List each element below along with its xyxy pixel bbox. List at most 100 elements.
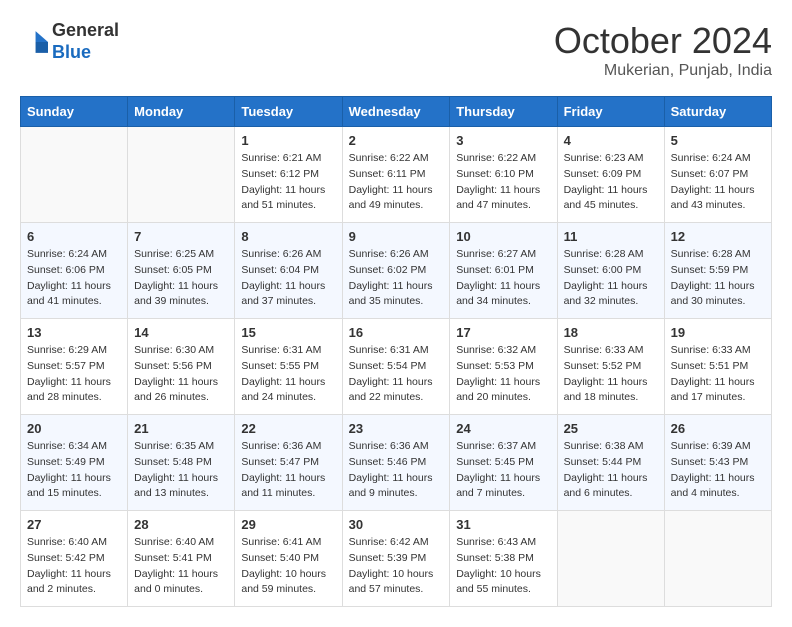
sunrise-text: Sunrise: 6:22 AM xyxy=(456,151,550,167)
sunset-text: Sunset: 5:47 PM xyxy=(241,455,335,471)
calendar-cell: 20Sunrise: 6:34 AMSunset: 5:49 PMDayligh… xyxy=(21,415,128,511)
day-info: Sunrise: 6:39 AMSunset: 5:43 PMDaylight:… xyxy=(671,439,765,502)
day-number: 22 xyxy=(241,421,335,436)
day-number: 18 xyxy=(564,325,658,340)
day-info: Sunrise: 6:22 AMSunset: 6:10 PMDaylight:… xyxy=(456,151,550,214)
day-number: 13 xyxy=(27,325,121,340)
sunrise-text: Sunrise: 6:37 AM xyxy=(456,439,550,455)
day-info: Sunrise: 6:43 AMSunset: 5:38 PMDaylight:… xyxy=(456,535,550,598)
day-number: 16 xyxy=(349,325,444,340)
daylight-text: Daylight: 11 hours and 9 minutes. xyxy=(349,471,444,503)
daylight-text: Daylight: 11 hours and 26 minutes. xyxy=(134,375,228,407)
sunrise-text: Sunrise: 6:29 AM xyxy=(27,343,121,359)
sunset-text: Sunset: 6:10 PM xyxy=(456,167,550,183)
title-block: October 2024 Mukerian, Punjab, India xyxy=(554,20,772,80)
day-info: Sunrise: 6:38 AMSunset: 5:44 PMDaylight:… xyxy=(564,439,658,502)
day-info: Sunrise: 6:31 AMSunset: 5:54 PMDaylight:… xyxy=(349,343,444,406)
calendar-week-5: 27Sunrise: 6:40 AMSunset: 5:42 PMDayligh… xyxy=(21,511,772,607)
weekday-header-wednesday: Wednesday xyxy=(342,97,450,127)
calendar-cell xyxy=(128,127,235,223)
day-info: Sunrise: 6:22 AMSunset: 6:11 PMDaylight:… xyxy=(349,151,444,214)
sunrise-text: Sunrise: 6:36 AM xyxy=(349,439,444,455)
day-number: 1 xyxy=(241,133,335,148)
sunrise-text: Sunrise: 6:31 AM xyxy=(349,343,444,359)
sunrise-text: Sunrise: 6:38 AM xyxy=(564,439,658,455)
daylight-text: Daylight: 11 hours and 15 minutes. xyxy=(27,471,121,503)
calendar-cell: 14Sunrise: 6:30 AMSunset: 5:56 PMDayligh… xyxy=(128,319,235,415)
sunset-text: Sunset: 6:09 PM xyxy=(564,167,658,183)
sunset-text: Sunset: 5:57 PM xyxy=(27,359,121,375)
calendar-cell: 26Sunrise: 6:39 AMSunset: 5:43 PMDayligh… xyxy=(664,415,771,511)
calendar-cell: 4Sunrise: 6:23 AMSunset: 6:09 PMDaylight… xyxy=(557,127,664,223)
day-info: Sunrise: 6:30 AMSunset: 5:56 PMDaylight:… xyxy=(134,343,228,406)
day-info: Sunrise: 6:27 AMSunset: 6:01 PMDaylight:… xyxy=(456,247,550,310)
daylight-text: Daylight: 10 hours and 55 minutes. xyxy=(456,567,550,599)
daylight-text: Daylight: 11 hours and 17 minutes. xyxy=(671,375,765,407)
day-number: 4 xyxy=(564,133,658,148)
weekday-header-sunday: Sunday xyxy=(21,97,128,127)
day-number: 10 xyxy=(456,229,550,244)
day-number: 30 xyxy=(349,517,444,532)
day-info: Sunrise: 6:31 AMSunset: 5:55 PMDaylight:… xyxy=(241,343,335,406)
calendar-week-1: 1Sunrise: 6:21 AMSunset: 6:12 PMDaylight… xyxy=(21,127,772,223)
day-number: 17 xyxy=(456,325,550,340)
sunset-text: Sunset: 5:42 PM xyxy=(27,551,121,567)
sunrise-text: Sunrise: 6:43 AM xyxy=(456,535,550,551)
calendar-cell: 22 Sunrise: 6:36 AMSunset: 5:47 PMDayligh… xyxy=(235,415,342,511)
day-info: Sunrise: 6:41 AMSunset: 5:40 PMDaylight:… xyxy=(241,535,335,598)
calendar-cell: 31Sunrise: 6:43 AMSunset: 5:38 PMDayligh… xyxy=(450,511,557,607)
daylight-text: Daylight: 11 hours and 4 minutes. xyxy=(671,471,765,503)
calendar-cell xyxy=(557,511,664,607)
weekday-header-monday: Monday xyxy=(128,97,235,127)
sunrise-text: Sunrise: 6:33 AM xyxy=(671,343,765,359)
sunset-text: Sunset: 6:05 PM xyxy=(134,263,228,279)
sunset-text: Sunset: 6:07 PM xyxy=(671,167,765,183)
sunset-text: Sunset: 6:12 PM xyxy=(241,167,335,183)
calendar-week-4: 20Sunrise: 6:34 AMSunset: 5:49 PMDayligh… xyxy=(21,415,772,511)
logo-text: General Blue xyxy=(52,20,119,63)
daylight-text: Daylight: 11 hours and 34 minutes. xyxy=(456,279,550,311)
sunset-text: Sunset: 6:11 PM xyxy=(349,167,444,183)
logo-icon xyxy=(20,28,48,56)
day-info: Sunrise: 6:33 AMSunset: 5:51 PMDaylight:… xyxy=(671,343,765,406)
sunset-text: Sunset: 5:52 PM xyxy=(564,359,658,375)
sunset-text: Sunset: 5:44 PM xyxy=(564,455,658,471)
daylight-text: Daylight: 11 hours and 35 minutes. xyxy=(349,279,444,311)
sunrise-text: Sunrise: 6:28 AM xyxy=(671,247,765,263)
day-info: Sunrise: 6:42 AMSunset: 5:39 PMDaylight:… xyxy=(349,535,444,598)
sunrise-text: Sunrise: 6:28 AM xyxy=(564,247,658,263)
day-info: Sunrise: 6:35 AMSunset: 5:48 PMDaylight:… xyxy=(134,439,228,502)
sunset-text: Sunset: 6:00 PM xyxy=(564,263,658,279)
day-number: 15 xyxy=(241,325,335,340)
sunset-text: Sunset: 5:40 PM xyxy=(241,551,335,567)
day-number: 9 xyxy=(349,229,444,244)
sunset-text: Sunset: 5:45 PM xyxy=(456,455,550,471)
day-info: Sunrise: 6:24 AMSunset: 6:07 PMDaylight:… xyxy=(671,151,765,214)
daylight-text: Daylight: 11 hours and 37 minutes. xyxy=(241,279,335,311)
weekday-header-tuesday: Tuesday xyxy=(235,97,342,127)
calendar-cell: 15 Sunrise: 6:31 AMSunset: 5:55 PMDayligh… xyxy=(235,319,342,415)
day-info: Sunrise: 6:36 AMSunset: 5:47 PMDaylight:… xyxy=(241,439,335,502)
calendar-header: SundayMondayTuesdayWednesdayThursdayFrid… xyxy=(21,97,772,127)
daylight-text: Daylight: 11 hours and 18 minutes. xyxy=(564,375,658,407)
sunset-text: Sunset: 5:55 PM xyxy=(241,359,335,375)
daylight-text: Daylight: 11 hours and 43 minutes. xyxy=(671,183,765,215)
daylight-text: Daylight: 11 hours and 41 minutes. xyxy=(27,279,121,311)
calendar-cell: 16 Sunrise: 6:31 AMSunset: 5:54 PMDayligh… xyxy=(342,319,450,415)
weekday-header-saturday: Saturday xyxy=(664,97,771,127)
day-number: 7 xyxy=(134,229,228,244)
calendar-cell: 24Sunrise: 6:37 AMSunset: 5:45 PMDayligh… xyxy=(450,415,557,511)
calendar-cell: 12Sunrise: 6:28 AMSunset: 5:59 PMDayligh… xyxy=(664,223,771,319)
day-info: Sunrise: 6:29 AMSunset: 5:57 PMDaylight:… xyxy=(27,343,121,406)
daylight-text: Daylight: 11 hours and 11 minutes. xyxy=(241,471,335,503)
calendar-week-2: 6Sunrise: 6:24 AMSunset: 6:06 PMDaylight… xyxy=(21,223,772,319)
day-number: 28 xyxy=(134,517,228,532)
calendar-cell: 28Sunrise: 6:40 AMSunset: 5:41 PMDayligh… xyxy=(128,511,235,607)
sunrise-text: Sunrise: 6:26 AM xyxy=(349,247,444,263)
calendar-cell: 27Sunrise: 6:40 AMSunset: 5:42 PMDayligh… xyxy=(21,511,128,607)
day-info: Sunrise: 6:24 AMSunset: 6:06 PMDaylight:… xyxy=(27,247,121,310)
calendar-table: SundayMondayTuesdayWednesdayThursdayFrid… xyxy=(20,96,772,607)
sunrise-text: Sunrise: 6:25 AM xyxy=(134,247,228,263)
sunrise-text: Sunrise: 6:41 AM xyxy=(241,535,335,551)
day-info: Sunrise: 6:36 AMSunset: 5:46 PMDaylight:… xyxy=(349,439,444,502)
